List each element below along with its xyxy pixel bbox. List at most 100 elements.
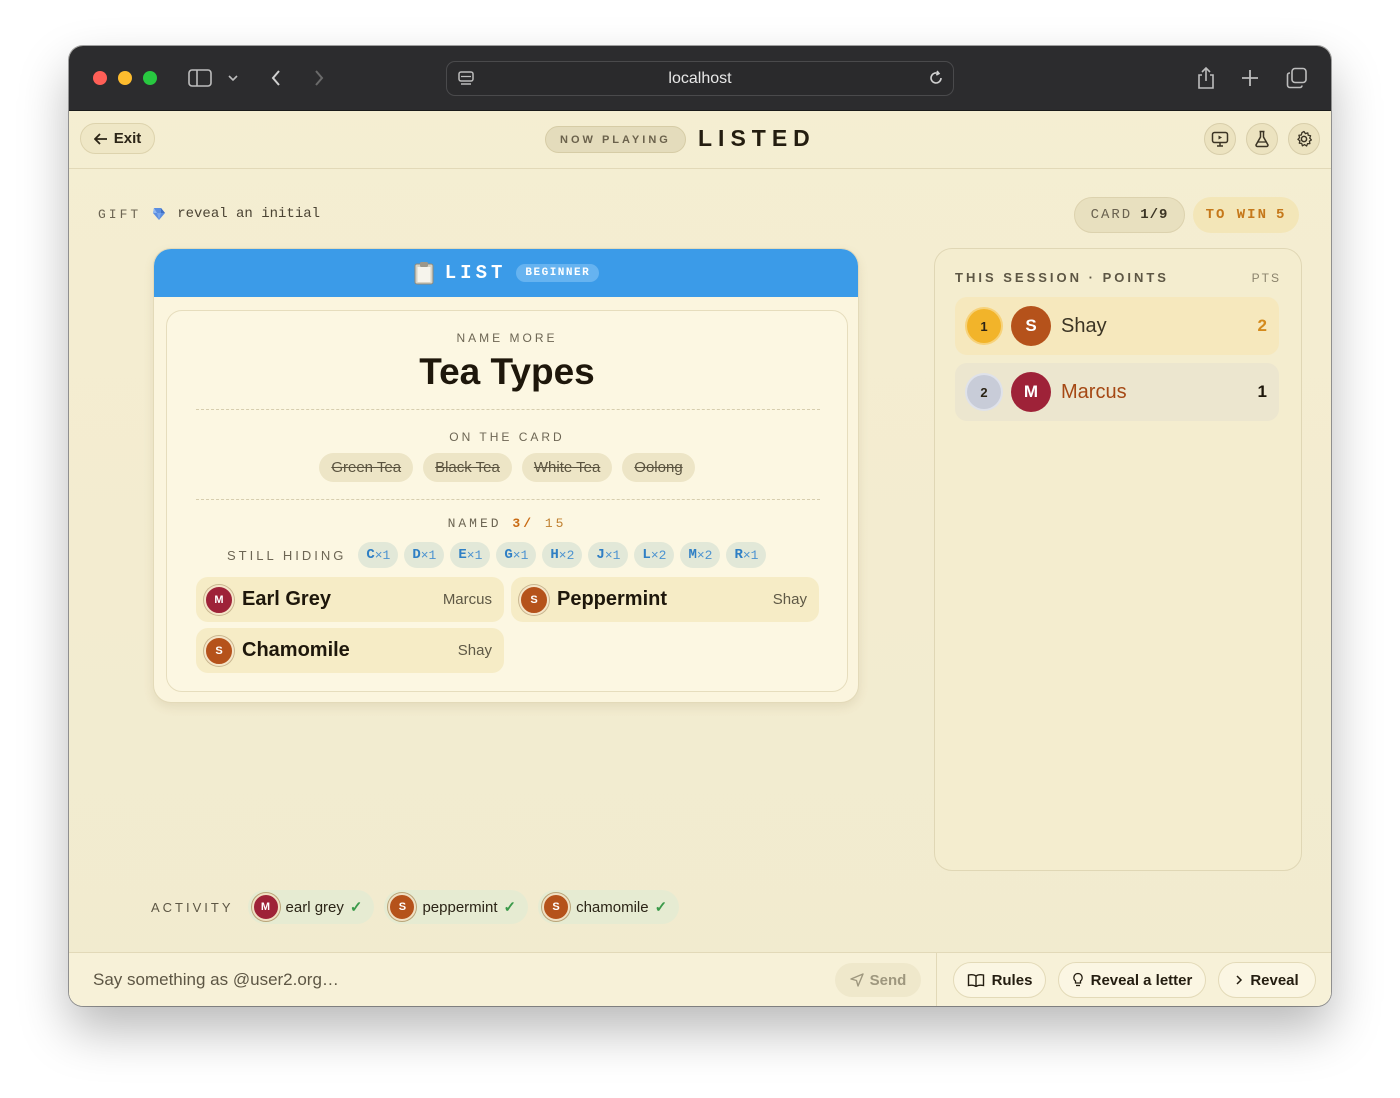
hiding-letter-chip: G ×1 [496,542,537,568]
exit-button[interactable]: Exit [80,123,155,154]
activity-item: S chamomile ✓ [538,890,680,924]
chevron-down-icon[interactable] [221,64,245,92]
hiding-letter: J [596,547,605,563]
player-score: 2 [1257,316,1267,335]
card-label: CARD [1090,207,1133,223]
lightbulb-icon [1072,972,1083,987]
to-win-label: TO WIN [1205,207,1268,223]
gift-text: reveal an initial [177,206,321,222]
divider [196,499,820,500]
rules-button[interactable]: Rules [953,962,1046,998]
list-header-label: LIST [444,262,507,284]
session-title: THIS SESSION · POINTS [955,270,1169,285]
player-score: 1 [1257,382,1267,401]
divider [936,953,937,1006]
tab-overview-icon[interactable] [1283,64,1311,92]
hiding-count: ×2 [650,547,667,563]
page-menu-icon[interactable] [457,70,475,93]
card-body: NAME MORE Tea Types ON THE CARD Green Te… [166,310,848,692]
browser-window: localhost Exit NOW PLAYING LISTED GIFT r… [69,46,1331,1006]
url-text: localhost [668,69,732,87]
minimize-window-button[interactable] [118,71,132,85]
hiding-letter-chip: J ×1 [588,542,629,568]
answer-row: S Peppermint Shay [511,577,819,622]
hiding-letter-chip: M ×2 [680,542,721,568]
checkmark-icon: ✓ [503,899,517,916]
present-screen-icon[interactable] [1204,123,1236,155]
on-card-chip: Oolong [622,453,695,482]
sidebar-toggle-icon[interactable] [186,64,214,92]
send-icon [849,973,864,987]
list-card-header: LIST BEGINNER [154,249,858,297]
hiding-count: ×1 [374,547,391,563]
activity-text: peppermint [422,898,498,916]
pts-label: PTS [1251,271,1281,285]
player-avatar: S [519,584,549,615]
zoom-window-button[interactable] [143,71,157,85]
now-playing-badge: NOW PLAYING [545,126,686,153]
prompt-label: NAME MORE [456,331,558,345]
hiding-letter: L [642,547,651,563]
player-avatar: S [542,893,571,921]
answer-text: Earl Grey [242,588,331,610]
player-name: Marcus [1061,380,1127,403]
hiding-letter: R [734,547,743,563]
hiding-letter: H [550,547,559,563]
hiding-letter: M [688,547,697,563]
hiding-letter-chip: E ×1 [450,542,491,568]
to-win-pill: TO WIN 5 [1193,197,1299,233]
named-counter: NAMED 3/ 15 [167,516,847,531]
named-total: 15 [544,516,567,531]
answer-row: M Earl Grey Marcus [196,577,504,622]
app-header: Exit NOW PLAYING LISTED [69,111,1331,169]
hiding-letter: G [504,547,513,563]
gift-label: GIFT [98,206,142,222]
bottom-bar: Say something as @user2.org… Send Rules … [69,952,1331,1006]
answer-text: Chamomile [242,639,350,661]
on-card-label: ON THE CARD [449,430,565,444]
answer-player: Shay [457,642,492,659]
still-hiding-label: STILL HIDING [227,547,347,563]
leaderboard-row: 2 M Marcus 1 [955,363,1279,421]
topic-title: Tea Types [419,351,595,392]
rank-badge: 1 [967,309,1001,343]
send-button[interactable]: Send [835,963,921,997]
exit-label: Exit [113,130,142,147]
address-bar[interactable]: localhost [446,61,954,96]
player-avatar: M [204,584,234,615]
game-title: LISTED [698,125,816,151]
reveal-letter-label: Reveal a letter [1090,971,1193,989]
chat-input[interactable]: Say something as @user2.org… [93,970,339,990]
player-avatar: M [1011,372,1051,412]
reload-icon[interactable] [927,69,945,92]
hiding-count: ×1 [420,547,437,563]
hiding-letter: C [366,547,375,563]
clipboard-icon [414,262,434,285]
forward-icon[interactable] [305,64,333,92]
answer-player: Shay [772,591,807,608]
back-icon[interactable] [262,64,290,92]
hiding-letter: E [458,547,467,563]
leaderboard-row: 1 S Shay 2 [955,297,1279,355]
hiding-letter-chip: L ×2 [634,542,675,568]
checkmark-icon: ✓ [654,899,668,916]
flask-icon[interactable] [1246,123,1278,155]
on-card-chips: Green Tea Black Tea White Tea Oolong [167,453,847,482]
hiding-count: ×2 [696,547,713,563]
send-label: Send [869,971,907,989]
activity-item: M earl grey ✓ [247,890,375,924]
still-hiding-row: STILL HIDING C ×1 D ×1 E ×1 G ×1 H ×2 J ×1 L ×2… [227,542,767,568]
share-icon[interactable] [1192,64,1220,92]
settings-gear-icon[interactable] [1288,123,1320,155]
card-value: 1/9 [1140,207,1169,223]
new-tab-icon[interactable] [1236,64,1264,92]
hiding-letter-chip: D ×1 [404,542,445,568]
activity-label: ACTIVITY [151,899,234,915]
reveal-letter-button[interactable]: Reveal a letter [1058,962,1206,998]
rules-label: Rules [991,971,1033,989]
hiding-count: ×2 [558,547,575,563]
activity-feed: ACTIVITY M earl grey ✓ S peppermint ✓ S … [151,890,681,924]
close-window-button[interactable] [93,71,107,85]
on-card-chip: White Tea [521,453,613,482]
reveal-button[interactable]: Reveal [1218,962,1316,998]
